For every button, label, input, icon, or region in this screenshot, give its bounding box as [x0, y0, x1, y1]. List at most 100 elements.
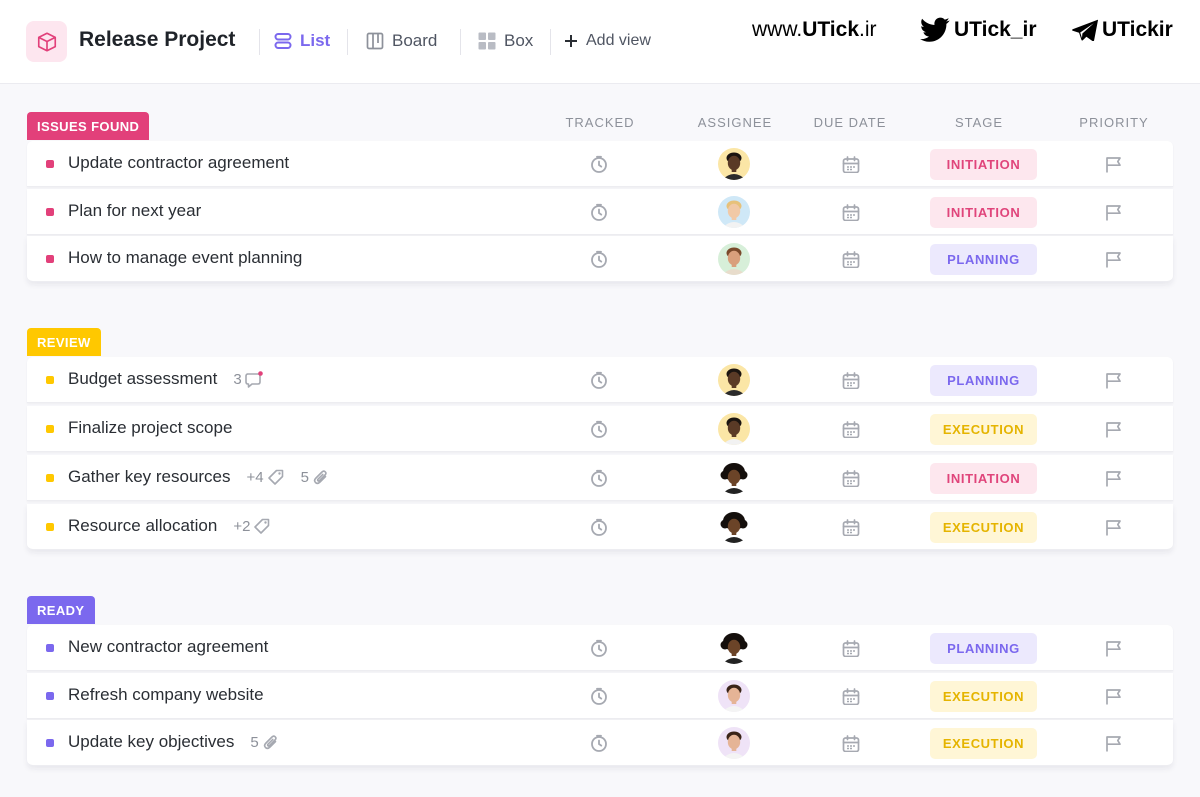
status-dot[interactable] [46, 208, 54, 216]
table-row[interactable]: How to manage event planning PLANNING [27, 236, 1173, 282]
due-date-button[interactable] [842, 251, 860, 273]
column-header-due-date[interactable]: DUE DATE [790, 115, 910, 130]
status-dot[interactable] [46, 692, 54, 700]
status-dot[interactable] [46, 523, 54, 531]
status-dot[interactable] [46, 255, 54, 263]
priority-flag-button[interactable] [1105, 251, 1123, 273]
tab-board[interactable]: Board [366, 27, 437, 55]
stage-badge[interactable]: EXECUTION [930, 728, 1037, 759]
group-badge[interactable]: REVIEW [27, 328, 101, 356]
tracked-timer-button[interactable] [590, 203, 608, 227]
tracked-timer-button[interactable] [590, 155, 608, 179]
column-header-tracked[interactable]: TRACKED [540, 115, 660, 130]
due-date-button[interactable] [842, 470, 860, 492]
stage-badge[interactable]: PLANNING [930, 365, 1037, 396]
assignee-avatar[interactable] [718, 632, 750, 664]
table-row[interactable]: Update contractor agreement INITIATION [27, 141, 1173, 187]
task-name-text[interactable]: Update contractor agreement [68, 153, 289, 173]
tag-count[interactable]: +4 [247, 469, 285, 486]
task-name[interactable]: Resource allocation +2 [68, 516, 271, 536]
task-name-text[interactable]: New contractor agreement [68, 637, 268, 657]
due-date-button[interactable] [842, 204, 860, 226]
due-date-button[interactable] [842, 421, 860, 443]
due-date-button[interactable] [842, 519, 860, 541]
tracked-timer-button[interactable] [590, 250, 608, 274]
priority-flag-button[interactable] [1105, 421, 1123, 443]
stage-badge[interactable]: INITIATION [930, 463, 1037, 494]
assignee-avatar[interactable] [718, 511, 750, 543]
table-row[interactable]: Gather key resources +4 5 INITIATION [27, 455, 1173, 501]
task-name-text[interactable]: Budget assessment [68, 369, 217, 389]
task-name[interactable]: Update contractor agreement [68, 153, 289, 173]
task-name-text[interactable]: Resource allocation [68, 516, 217, 536]
stage-badge[interactable]: PLANNING [930, 633, 1037, 664]
column-header-stage[interactable]: STAGE [919, 115, 1039, 130]
tab-box[interactable]: Box [478, 27, 533, 55]
comment-count[interactable]: 3 [233, 371, 263, 388]
cube-icon[interactable] [26, 21, 67, 62]
task-name[interactable]: Gather key resources +4 5 [68, 467, 329, 487]
table-row[interactable]: Resource allocation +2 EXECUTION [27, 504, 1173, 550]
task-name[interactable]: Plan for next year [68, 201, 201, 221]
table-row[interactable]: Plan for next year INITIATION [27, 189, 1173, 235]
priority-flag-button[interactable] [1105, 735, 1123, 757]
stage-badge[interactable]: EXECUTION [930, 512, 1037, 543]
assignee-avatar[interactable] [718, 364, 750, 396]
due-date-button[interactable] [842, 156, 860, 178]
task-name-text[interactable]: Refresh company website [68, 685, 264, 705]
tracked-timer-button[interactable] [590, 518, 608, 542]
stage-badge[interactable]: PLANNING [930, 244, 1037, 275]
task-name-text[interactable]: Finalize project scope [68, 418, 232, 438]
due-date-button[interactable] [842, 735, 860, 757]
task-name[interactable]: Finalize project scope [68, 418, 232, 438]
stage-badge[interactable]: INITIATION [930, 149, 1037, 180]
assignee-avatar[interactable] [718, 680, 750, 712]
task-name-text[interactable]: Gather key resources [68, 467, 231, 487]
stage-badge[interactable]: INITIATION [930, 197, 1037, 228]
assignee-avatar[interactable] [718, 243, 750, 275]
task-name-text[interactable]: Plan for next year [68, 201, 201, 221]
status-dot[interactable] [46, 160, 54, 168]
tag-count[interactable]: +2 [233, 518, 271, 535]
task-name-text[interactable]: How to manage event planning [68, 248, 302, 268]
table-row[interactable]: Finalize project scope EXECUTION [27, 406, 1173, 452]
add-view-button[interactable]: Add view [564, 27, 651, 55]
priority-flag-button[interactable] [1105, 688, 1123, 710]
status-dot[interactable] [46, 376, 54, 384]
group-badge[interactable]: READY [27, 596, 95, 624]
task-name[interactable]: Update key objectives 5 [68, 732, 279, 752]
status-dot[interactable] [46, 739, 54, 747]
tracked-timer-button[interactable] [590, 639, 608, 663]
tracked-timer-button[interactable] [590, 371, 608, 395]
due-date-button[interactable] [842, 372, 860, 394]
task-name[interactable]: Refresh company website [68, 685, 264, 705]
task-name-text[interactable]: Update key objectives [68, 732, 234, 752]
tab-list[interactable]: List [274, 27, 330, 55]
group-badge[interactable]: ISSUES FOUND [27, 112, 150, 140]
due-date-button[interactable] [842, 688, 860, 710]
priority-flag-button[interactable] [1105, 519, 1123, 541]
assignee-avatar[interactable] [718, 462, 750, 494]
tracked-timer-button[interactable] [590, 734, 608, 758]
column-header-priority[interactable]: PRIORITY [1054, 115, 1174, 130]
stage-badge[interactable]: EXECUTION [930, 414, 1037, 445]
status-dot[interactable] [46, 644, 54, 652]
priority-flag-button[interactable] [1105, 156, 1123, 178]
due-date-button[interactable] [842, 640, 860, 662]
tracked-timer-button[interactable] [590, 420, 608, 444]
task-name[interactable]: How to manage event planning [68, 248, 302, 268]
table-row[interactable]: Refresh company website EXECUTION [27, 673, 1173, 719]
assignee-avatar[interactable] [718, 196, 750, 228]
tracked-timer-button[interactable] [590, 687, 608, 711]
task-name[interactable]: New contractor agreement [68, 637, 268, 657]
priority-flag-button[interactable] [1105, 640, 1123, 662]
priority-flag-button[interactable] [1105, 470, 1123, 492]
status-dot[interactable] [46, 474, 54, 482]
table-row[interactable]: New contractor agreement PLANNING [27, 625, 1173, 671]
task-name[interactable]: Budget assessment 3 [68, 369, 263, 389]
assignee-avatar[interactable] [718, 727, 750, 759]
assignee-avatar[interactable] [718, 148, 750, 180]
table-row[interactable]: Budget assessment 3 PLANNING [27, 357, 1173, 403]
column-header-assignee[interactable]: ASSIGNEE [675, 115, 795, 130]
table-row[interactable]: Update key objectives 5 EXECUTION [27, 720, 1173, 766]
